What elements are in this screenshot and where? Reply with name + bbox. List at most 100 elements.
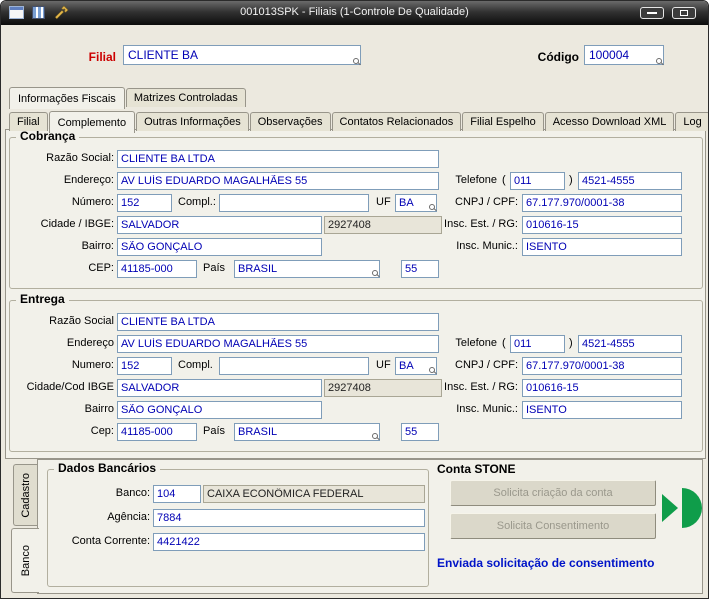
cob-insc-est-field[interactable]	[522, 215, 682, 234]
cob-telefone-field[interactable]	[578, 171, 682, 190]
ent-razao-social-input[interactable]	[117, 313, 439, 331]
dados-bancarios-title: Dados Bancários	[54, 461, 161, 475]
maximize-button[interactable]	[672, 7, 696, 19]
cob-bairro-field[interactable]	[117, 237, 322, 256]
cob-insc-mun-field[interactable]	[522, 237, 682, 256]
cob-numero-input[interactable]	[117, 194, 172, 212]
tab-contatos-relacionados[interactable]: Contatos Relacionados	[331, 112, 462, 131]
cob-telefone-input[interactable]	[578, 172, 682, 190]
cob-endereco-input[interactable]	[117, 172, 439, 190]
banco-codigo-field[interactable]	[153, 484, 201, 503]
cob-razao-social-field[interactable]	[117, 149, 439, 168]
cob-razao-social-input[interactable]	[117, 150, 439, 168]
ent-insc-mun-field[interactable]	[522, 400, 682, 419]
ent-cnpj-field[interactable]	[522, 356, 682, 375]
ent-insc-est-input[interactable]	[522, 379, 682, 397]
tab-complemento[interactable]: Complemento	[48, 111, 136, 133]
cob-endereco-field[interactable]	[117, 171, 439, 190]
cob-compl-field[interactable]	[219, 193, 369, 212]
codigo-field[interactable]	[584, 45, 664, 65]
cob-pais-codigo-field[interactable]	[401, 259, 439, 278]
cob-insc-mun-input[interactable]	[522, 238, 682, 256]
ent-endereco-input[interactable]	[117, 335, 439, 353]
ent-compl-input[interactable]	[219, 357, 369, 375]
ent-pais-lookup-icon[interactable]	[372, 433, 378, 439]
ent-compl-field[interactable]	[219, 356, 369, 375]
ent-pais-field[interactable]	[234, 422, 380, 441]
tab-informacoes-fiscais[interactable]: Informações Fiscais	[9, 87, 125, 109]
side-tab-banco[interactable]: Banco	[11, 528, 39, 593]
cob-pais-lookup-icon[interactable]	[372, 270, 378, 276]
ent-bairro-input[interactable]	[117, 401, 322, 419]
ent-endereco-field[interactable]	[117, 334, 439, 353]
codigo-input[interactable]	[584, 45, 664, 65]
tab-acesso-download-xml[interactable]: Acesso Download XML	[544, 112, 675, 131]
ent-numero-field[interactable]	[117, 356, 172, 375]
ent-cep-field[interactable]	[117, 422, 197, 441]
cob-cep-field[interactable]	[117, 259, 197, 278]
main-tab-row: Filial Complemento Outras Informações Ob…	[9, 107, 708, 133]
upper-tab-row: Informações Fiscais Matrizes Controladas	[9, 85, 247, 109]
app-window: 001013SPK - Filiais (1-Controle De Quali…	[0, 0, 709, 599]
cob-compl-input[interactable]	[219, 194, 369, 212]
tab-filial-espelho[interactable]: Filial Espelho	[462, 112, 544, 131]
complemento-page: Cobrança Razão Social: Endereço: Telefon…	[5, 129, 706, 459]
ent-cnpj-input[interactable]	[522, 357, 682, 375]
ent-razao-social-field[interactable]	[117, 312, 439, 331]
cob-ddd-field[interactable]	[510, 171, 565, 190]
ent-pais-input[interactable]	[234, 423, 380, 441]
conta-corrente-input[interactable]	[153, 533, 425, 551]
solicita-consentimento-button[interactable]: Solicita Consentimento	[450, 513, 656, 539]
ent-numero-input[interactable]	[117, 357, 172, 375]
ent-pais-codigo-field[interactable]	[401, 422, 439, 441]
solicita-criacao-conta-button[interactable]: Solicita criação da conta	[450, 480, 656, 506]
tab-observacoes[interactable]: Observações	[249, 112, 331, 131]
ent-ddd-field[interactable]	[510, 334, 565, 353]
banco-codigo-input[interactable]	[153, 485, 201, 503]
cob-cep-label: CEP:	[88, 262, 114, 274]
agencia-input[interactable]	[153, 509, 425, 527]
ent-pais-codigo-input[interactable]	[401, 423, 439, 441]
tab-outras-informacoes[interactable]: Outras Informações	[136, 112, 249, 131]
ent-cidade-field[interactable]	[117, 378, 322, 397]
ent-insc-est-field[interactable]	[522, 378, 682, 397]
ent-cep-input[interactable]	[117, 423, 197, 441]
agencia-label: Agência:	[107, 511, 150, 523]
cob-pais-input[interactable]	[234, 260, 380, 278]
tab-log[interactable]: Log	[675, 112, 708, 131]
codigo-lookup-icon[interactable]	[656, 58, 662, 64]
cob-insc-est-input[interactable]	[522, 216, 682, 234]
cob-pais-codigo-input[interactable]	[401, 260, 439, 278]
cob-cnpj-label: CNPJ / CPF:	[455, 196, 518, 208]
cob-pais-field[interactable]	[234, 259, 380, 278]
side-tab-cadastro[interactable]: Cadastro	[13, 464, 38, 526]
title-bar[interactable]: 001013SPK - Filiais (1-Controle De Quali…	[1, 1, 708, 25]
ent-cidade-input[interactable]	[117, 379, 322, 397]
cob-cep-input[interactable]	[117, 260, 197, 278]
filial-input[interactable]	[123, 45, 361, 65]
ent-bairro-field[interactable]	[117, 400, 322, 419]
cob-telefone-label: Telefone	[455, 174, 497, 186]
ent-insc-mun-input[interactable]	[522, 401, 682, 419]
cob-ddd-input[interactable]	[510, 172, 565, 190]
cob-bairro-input[interactable]	[117, 238, 322, 256]
agencia-field[interactable]	[153, 508, 425, 527]
banco-nome-input	[203, 485, 425, 503]
ent-telefone-input[interactable]	[578, 335, 682, 353]
tab-matrizes-controladas[interactable]: Matrizes Controladas	[125, 88, 246, 107]
banco-nome-field	[203, 484, 425, 503]
cob-cnpj-input[interactable]	[522, 194, 682, 212]
ent-telefone-field[interactable]	[578, 334, 682, 353]
filial-lookup-icon[interactable]	[353, 58, 359, 64]
entrega-group: Entrega Razão Social Endereço Telefone (…	[9, 292, 703, 452]
tab-filial[interactable]: Filial	[9, 112, 48, 131]
minimize-button[interactable]	[640, 7, 664, 19]
cob-numero-field[interactable]	[117, 193, 172, 212]
cob-cidade-input[interactable]	[117, 216, 322, 234]
cob-cidade-field[interactable]	[117, 215, 322, 234]
cob-cnpj-field[interactable]	[522, 193, 682, 212]
conta-corrente-field[interactable]	[153, 532, 425, 551]
cob-razao-social-label: Razão Social:	[46, 152, 114, 164]
ent-ddd-input[interactable]	[510, 335, 565, 353]
filial-field[interactable]	[123, 45, 361, 65]
